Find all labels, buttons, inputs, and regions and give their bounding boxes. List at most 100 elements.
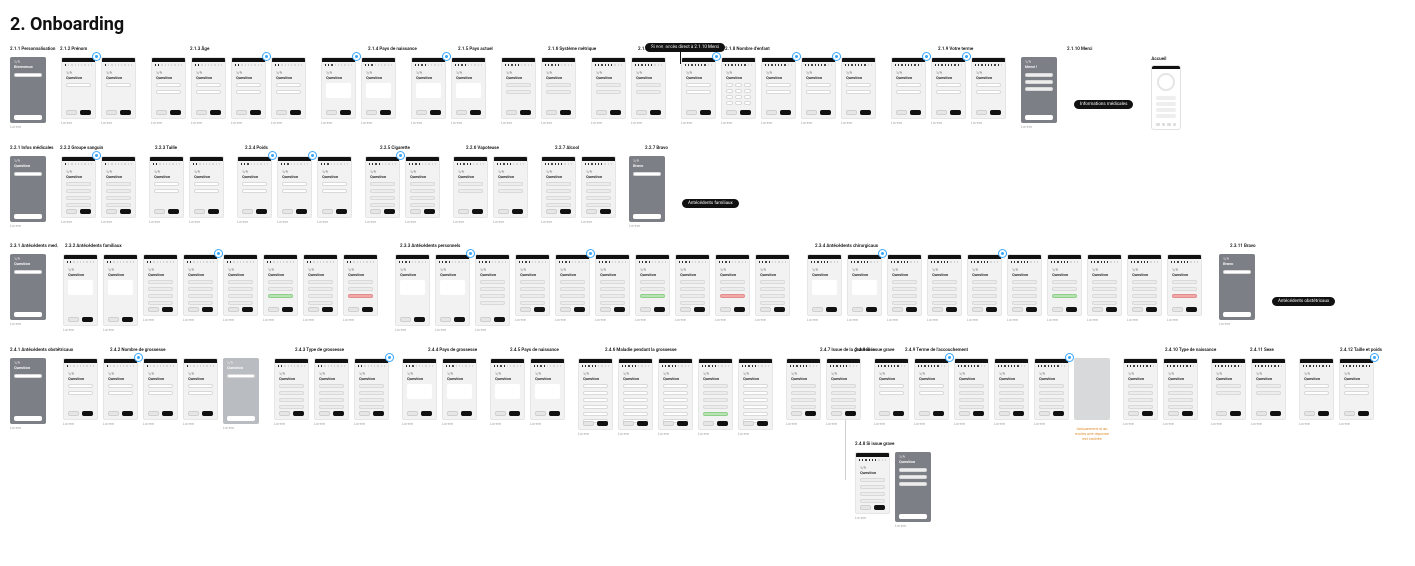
flow-tag: Antécédents familiaux: [682, 199, 739, 208]
screen: 1/9QuestionLorem: [1339, 358, 1374, 426]
screen: 1/9QuestionLorem: [143, 358, 178, 426]
screen: 1/9QuestionLorem: [475, 254, 510, 332]
screen: 1/9QuestionLorem: [183, 358, 218, 426]
screen: 1/9QuestionLorem: [1034, 358, 1069, 426]
hotspot-pin[interactable]: [999, 250, 1006, 257]
hotspot-pin[interactable]: [93, 152, 100, 159]
group-label: 2.4.11 Sexe: [1250, 348, 1274, 353]
screen: 1/9QuestionLorem: [786, 358, 821, 426]
group-label: 2.1.6 Système métrique: [548, 47, 596, 52]
hotspot-pin[interactable]: [467, 250, 474, 257]
hotspot-pin[interactable]: [263, 53, 270, 60]
hotspot-pin[interactable]: [309, 152, 316, 159]
screen: 1/9QuestionLorem: [555, 254, 590, 322]
group-label: 2.2.6 Vapoteuse: [466, 146, 499, 151]
hotspot-pin[interactable]: [397, 152, 404, 159]
screen: 1/9QuestionLorem: [1123, 358, 1158, 426]
screen: 1/9QuestionLorem: [631, 57, 666, 125]
section-title: 2. Onboarding: [10, 14, 1405, 35]
hotspot-pin[interactable]: [135, 354, 142, 361]
group-label: 2.1.4 Pays de naissance: [368, 47, 417, 52]
screen: 1/9QuestionLorem: [183, 254, 218, 322]
screen: 1/9QuestionLorem: [101, 156, 136, 224]
hotspot-pin[interactable]: [963, 53, 970, 60]
hotspot-pin[interactable]: [215, 250, 222, 257]
group-label: 2.4.4 Pays de grossesse: [428, 348, 477, 353]
group-label: 2.4.2 Nombre de grossesse: [110, 348, 166, 353]
hotspot-pin[interactable]: [353, 53, 360, 60]
screen: 1/9QuestionLorem: [954, 358, 989, 426]
screen: 1/9QuestionLorem: [530, 358, 565, 426]
screen: 1/9QuestionLorem: [151, 57, 186, 125]
screen: 1/9QuestionLorem: [103, 358, 138, 426]
group-label: 2.1.8 Nombre d'enfant: [725, 47, 770, 52]
hotspot-pin[interactable]: [443, 53, 450, 60]
screen: 1/9QuestionLorem: [231, 57, 266, 125]
screen: 1/9QuestionLorem: [681, 57, 716, 125]
hotspot-pin[interactable]: [713, 53, 720, 60]
hotspot-pin[interactable]: [269, 152, 276, 159]
group-label: 2.2.7 Bravo: [645, 146, 668, 151]
hotspot-pin[interactable]: [879, 250, 886, 257]
group-label: 2.1.3 Âge: [190, 47, 209, 52]
hotspot-pin[interactable]: [793, 53, 800, 60]
intro-card-4: 1/9QuestionLorem: [10, 358, 46, 430]
screen: 1/9QuestionLorem: [914, 358, 949, 426]
screen: 1/9QuestionLorem: [451, 57, 486, 125]
screen: 1/9QuestionLorem: [321, 57, 356, 125]
screen: 1/9QuestionLorem: [149, 156, 184, 224]
screen: 1/9QuestionLorem: [1007, 254, 1042, 322]
screen: 1/9QuestionLorem: [490, 358, 525, 426]
group-label: 2.2.2 Groupe sanguin: [60, 146, 103, 151]
group-label: 2.3.2 Antécédents familiaux: [65, 244, 122, 249]
screen: 1/9QuestionLorem: [738, 358, 773, 436]
screen: 1/9QuestionLorem: [675, 254, 710, 322]
screen: 1/9QuestionLorem: [578, 358, 613, 436]
screen: 1/9QuestionLorem: [1299, 358, 1334, 426]
screen: 1/9QuestionLorem: [1087, 254, 1122, 322]
hotspot-pin[interactable]: [93, 53, 100, 60]
merci-card: 1/9Merci !Lorem: [1021, 57, 1057, 129]
screen: 1/9QuestionLorem: [967, 254, 1002, 322]
screen: 1/9QuestionLorem: [994, 358, 1029, 426]
flow-tag: Informations médicales: [1074, 100, 1133, 109]
screen: 1/9QuestionLorem: [874, 358, 909, 426]
hotspot-pin[interactable]: [833, 53, 840, 60]
screen: 1/9QuestionLorem: [237, 156, 272, 224]
screen: 1/9QuestionLorem: [493, 156, 528, 224]
hotspot-pin[interactable]: [923, 53, 930, 60]
screen: 1/9QuestionLorem: [191, 57, 226, 125]
home-screen: [1151, 65, 1181, 130]
screen: 1/9QuestionLorem: [715, 254, 750, 322]
group-label: 2.4.6 Maladie pendant la grossesse: [605, 348, 677, 353]
screen: 1/9QuestionLorem: [361, 57, 396, 125]
screen: 1/9QuestionLorem: [761, 57, 796, 125]
screen: 1/9QuestionLorem: [721, 57, 756, 125]
group-label: 2.1.5 Pays actuel: [458, 47, 493, 52]
screen: 1/9QuestionLorem: [841, 57, 876, 125]
screen: 1/9QuestionLorem: [453, 156, 488, 224]
screen: 1/9QuestionLorem: [303, 254, 338, 322]
group-label: 2.4.8 Si issue grave: [855, 348, 894, 353]
hotspot-pin[interactable]: [946, 354, 953, 361]
orange-note: Uniquement si au moins une réponse est c…: [1074, 426, 1110, 441]
group-label: 2.4.9 Terme de l'accouchement: [905, 348, 968, 353]
bravo-card-2: 1/9BravoLorem: [1219, 254, 1255, 326]
screen: 1/9QuestionLorem: [314, 358, 349, 426]
screen: 1/9QuestionLorem: [927, 254, 962, 322]
screen: 1/9QuestionLorem: [411, 57, 446, 125]
screen: 1/9QuestionLorem: [855, 452, 890, 528]
screen: 1/9QuestionLorem: [887, 254, 922, 322]
group-label: 2.3.3 Antécédents personnels: [400, 244, 460, 249]
group-label: 2.4.3 Type de grossesse: [295, 348, 344, 353]
screen: 1/9QuestionLorem: [277, 156, 312, 224]
group-label: 2.2.3 Taille: [155, 146, 177, 151]
screen: 1/9QuestionLorem: [591, 57, 626, 125]
hotspot-pin[interactable]: [386, 354, 393, 361]
hotspot-pin[interactable]: [1066, 354, 1073, 361]
screen: 1/9QuestionLorem: [635, 254, 670, 322]
screen: 1/9QuestionLorem: [223, 254, 258, 322]
hotspot-pin[interactable]: [1371, 354, 1378, 361]
screen: 1/9QuestionLorem: [63, 254, 98, 332]
hotspot-pin[interactable]: [587, 250, 594, 257]
